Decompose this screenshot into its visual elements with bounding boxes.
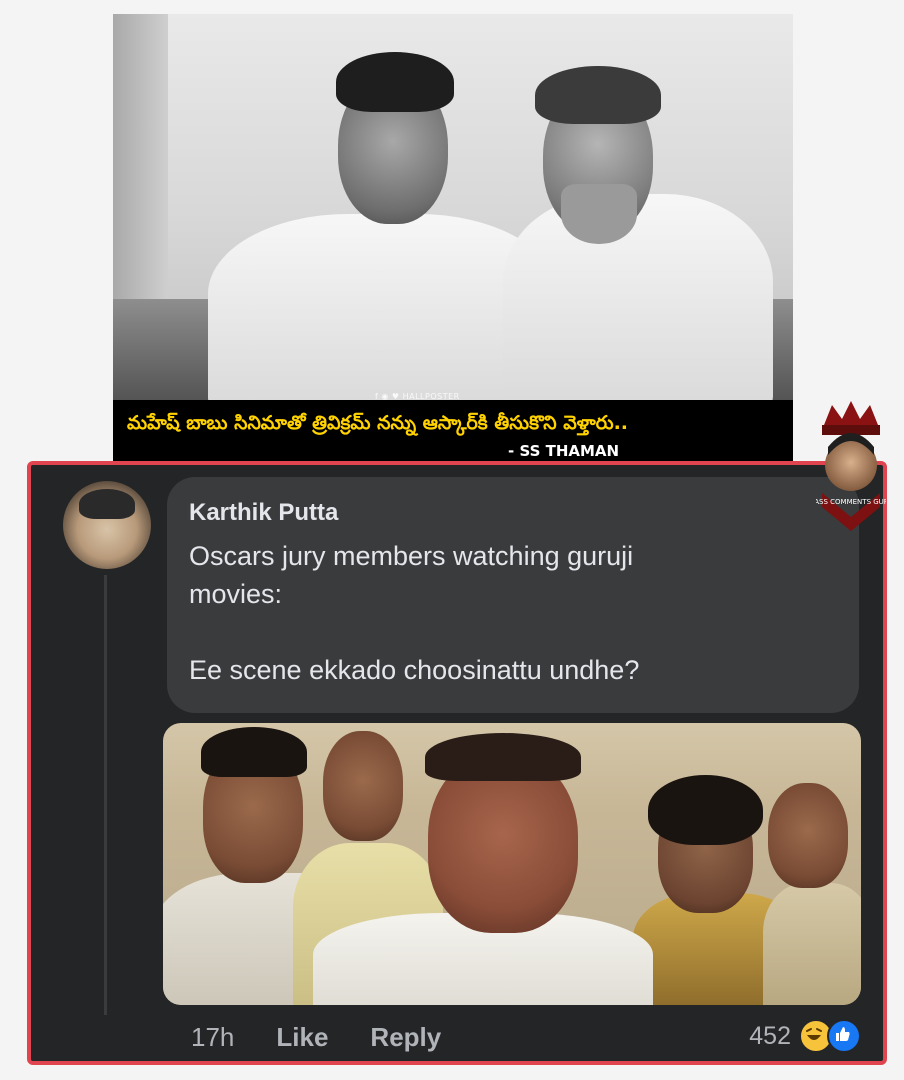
comment-bubble: Karthik Putta Oscars jury members watchi…	[167, 477, 859, 713]
person-right-beard	[561, 184, 637, 244]
comment-actions: 17h Like Reply	[191, 1017, 441, 1057]
crowd-head-4	[768, 783, 848, 888]
crowd-body-4	[763, 883, 861, 1005]
person-right	[483, 54, 783, 409]
caption-band: మహేష్ బాబు సినిమాతో త్రివిక్రమ్ నన్ను ఆస…	[113, 400, 793, 462]
comment-attached-image[interactable]	[163, 723, 861, 1005]
main-man-hair	[425, 733, 581, 781]
thread-line	[104, 575, 107, 1015]
person-left-hair	[336, 52, 454, 112]
avatar-hair	[79, 489, 135, 519]
meme-attribution: - SS THAMAN	[508, 442, 620, 460]
like-icon	[827, 1019, 861, 1053]
person-right-shirt	[503, 194, 773, 409]
meme-post: f ◉ ♥ HALLPOSTER మహేష్ బాబు సినిమాతో త్ర…	[0, 0, 904, 1080]
crowd-head-2	[323, 731, 403, 841]
reaction-summary[interactable]: 452	[749, 1019, 861, 1053]
logo-text: MASS COMMENTS GURU	[816, 498, 886, 506]
crowd-hair-3	[648, 775, 763, 845]
crowd-hair-1	[201, 727, 307, 777]
meme-caption: మహేష్ బాబు సినిమాతో త్రివిక్రమ్ నన్ను ఆస…	[127, 412, 629, 434]
reaction-count: 452	[749, 1021, 791, 1050]
like-button[interactable]: Like	[276, 1022, 328, 1053]
commenter-name[interactable]: Karthik Putta	[189, 499, 338, 527]
comment-panel: Karthik Putta Oscars jury members watchi…	[27, 401, 887, 1065]
comment-timestamp[interactable]: 17h	[191, 1022, 234, 1053]
meme-photo: f ◉ ♥ HALLPOSTER	[113, 14, 793, 409]
wall-panel	[113, 14, 168, 334]
reply-button[interactable]: Reply	[370, 1022, 441, 1053]
person-right-hair	[535, 66, 661, 124]
commenter-avatar[interactable]	[63, 481, 151, 569]
mass-comments-guru-logo: MASS COMMENTS GURU	[816, 401, 886, 531]
comment-text: Oscars jury members watching guruji movi…	[189, 541, 640, 685]
